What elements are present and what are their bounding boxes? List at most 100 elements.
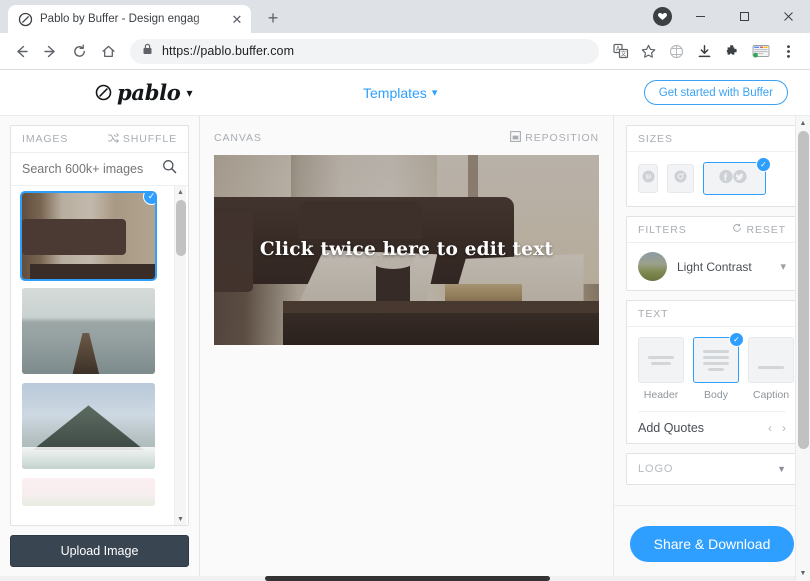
shuffle-button[interactable]: SHUFFLE [108,133,177,146]
image-thumbnail-list: ✓ ▲ [11,186,188,525]
svg-text:文: 文 [620,50,626,58]
bookmark-star-icon[interactable] [635,38,662,65]
thumbnail-art [22,193,155,279]
image-thumbnail-mountain[interactable] [22,383,155,469]
chrome-menu-icon[interactable] [775,38,802,65]
share-download-button[interactable]: Share & Download [630,526,794,562]
caret-down-icon[interactable]: ▼ [777,464,786,474]
translate-icon[interactable]: A文 [607,38,634,65]
toolbar-right-icons: A文 [607,38,802,65]
close-icon[interactable]: ✕ [229,11,245,27]
text-body: Header ✓ Body [627,327,797,443]
share-footer: Share & Download [614,505,810,581]
image-thumbnail-lake-pier[interactable] [22,288,155,374]
canvas-image[interactable]: Click twice here to edit text [214,155,599,345]
search-input[interactable] [22,162,152,176]
home-icon[interactable] [95,38,122,65]
extension-circle-icon[interactable] [663,38,690,65]
maximize-button[interactable] [722,0,766,33]
thumbnail-art [22,383,155,469]
pablo-favicon-icon [18,12,33,27]
filter-preview-thumbnail [638,252,667,281]
filters-title: FILTERS [638,224,687,236]
text-option-caption[interactable]: Caption [748,337,794,401]
tab-strip: Pablo by Buffer - Design engag ✕ + [0,0,810,33]
horizontal-scrollbar[interactable] [0,576,810,581]
canvas-stage: Click twice here to edit text [214,151,599,345]
image-search-row[interactable] [11,153,188,186]
minimize-button[interactable] [678,0,722,33]
canvas-title: CANVAS [214,132,262,144]
download-icon[interactable] [691,38,718,65]
reposition-button[interactable]: REPOSITION [510,131,599,145]
check-icon: ✓ [756,157,771,172]
text-panel: TEXT Header [626,300,798,444]
images-panel-title: IMAGES [22,133,68,145]
text-header: TEXT [627,301,797,327]
search-icon[interactable] [162,159,177,179]
upload-image-button[interactable]: Upload Image [10,535,189,567]
size-option-facebook-twitter[interactable]: ✓ [703,162,766,195]
chevron-left-icon[interactable]: ‹ [768,421,772,435]
logo-panel[interactable]: LOGO ▼ [626,453,798,485]
chevron-down-icon[interactable]: ▾ [780,260,786,273]
logo-field[interactable]: LOGO ▼ [627,454,797,484]
page-scrollbar[interactable]: ▲ ▼ [795,116,810,581]
size-option-pinterest[interactable] [638,164,658,193]
image-thumbnail-pale-field[interactable] [22,478,155,506]
text-option-body[interactable]: ✓ Body [693,337,739,401]
text-option-header[interactable]: Header [638,337,684,401]
images-scrollbar-track[interactable] [175,198,187,513]
add-quotes-label[interactable]: Add Quotes [638,421,704,435]
browser-tab[interactable]: Pablo by Buffer - Design engag ✕ [8,5,251,33]
image-thumbnail-living-room[interactable]: ✓ [22,193,155,279]
body-style-card[interactable]: ✓ [693,337,739,383]
text-option-label: Body [693,389,739,401]
page-scroll-down-icon[interactable]: ▼ [796,566,810,581]
filter-selector[interactable]: Light Contrast ▾ [627,243,797,290]
canvas-header: CANVAS REPOSITION [214,125,599,151]
quotes-navigation: ‹ › [768,421,786,435]
profile-avatar-icon[interactable] [653,7,672,26]
app-header: pablo ▾ Templates ▾ Get started with Buf… [0,70,810,116]
templates-menu[interactable]: Templates ▾ [363,85,437,101]
thumbnail-art [22,478,155,506]
images-scrollbar-thumb[interactable] [176,200,186,256]
page-scrollbar-thumb[interactable] [798,131,809,449]
text-option-label: Header [638,389,684,401]
tab-title: Pablo by Buffer - Design engag [40,13,222,25]
images-panel-header: IMAGES SHUFFLE [11,126,188,153]
forward-arrow-icon[interactable] [37,38,64,65]
address-bar[interactable]: https://pablo.buffer.com [130,39,599,64]
caption-style-card[interactable] [748,337,794,383]
instagram-icon [674,170,687,188]
shuffle-label: SHUFFLE [123,133,177,145]
close-window-button[interactable] [766,0,810,33]
filters-header: FILTERS RESET [627,217,797,243]
canvas-editable-text[interactable]: Click twice here to edit text [214,239,599,260]
check-icon: ✓ [729,332,744,347]
reload-icon[interactable] [66,38,93,65]
size-option-instagram[interactable] [667,164,694,193]
profile-avatar-icon[interactable] [747,38,774,65]
chevron-down-icon[interactable]: ▾ [186,86,192,100]
new-tab-button[interactable]: + [259,4,287,32]
reset-label: RESET [746,224,786,236]
page-scrollbar-track[interactable] [796,131,810,566]
upload-area: Upload Image [10,526,189,577]
reset-filters-button[interactable]: RESET [732,223,786,236]
horizontal-scrollbar-thumb[interactable] [265,576,550,581]
header-style-card[interactable] [638,337,684,383]
scroll-up-icon[interactable]: ▲ [175,186,187,198]
chevron-right-icon[interactable]: › [782,421,786,435]
back-arrow-icon[interactable] [8,38,35,65]
brand-logo[interactable]: pablo ▾ [95,80,193,105]
images-scrollbar[interactable]: ▲ ▼ [174,186,186,525]
get-started-button[interactable]: Get started with Buffer [644,80,788,105]
shuffle-icon [108,133,119,146]
reset-icon [732,223,742,236]
pablo-app: pablo ▾ Templates ▾ Get started with Buf… [0,70,810,581]
page-scroll-up-icon[interactable]: ▲ [796,116,810,131]
extensions-puzzle-icon[interactable] [719,38,746,65]
scroll-down-icon[interactable]: ▼ [175,513,187,525]
